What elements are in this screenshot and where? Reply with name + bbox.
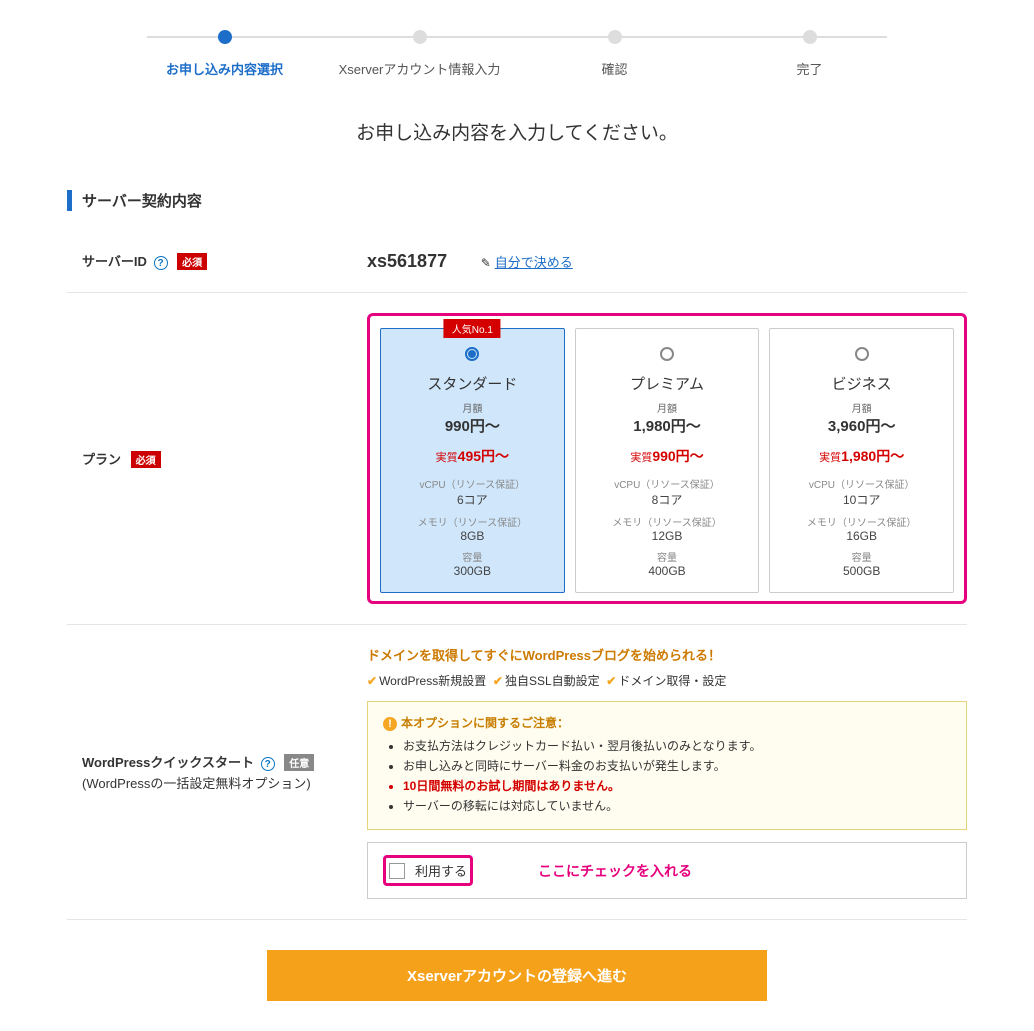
plan-name: スタンダード [389, 373, 556, 394]
step-dot-icon [608, 30, 622, 44]
step-dot-icon [218, 30, 232, 44]
label-plan: プラン 必須 [67, 449, 367, 468]
notice-item: お申し込みと同時にサーバー料金のお支払いが発生します。 [403, 757, 951, 774]
proceed-button[interactable]: Xserverアカウントの登録へ進む [267, 950, 767, 1001]
plan-name: プレミアム [584, 373, 751, 394]
plan-storage: 500GB [778, 564, 945, 578]
warning-icon: ! [383, 717, 397, 731]
popular-badge: 人気No.1 [444, 319, 501, 338]
plan-card-1[interactable]: プレミアム月額1,980円～実質990円～vCPU（リソース保証）8コアメモリ（… [575, 328, 760, 593]
value-server-id: xs561877 ✎自分で決める [367, 251, 967, 272]
step-1: お申し込み内容選択 [127, 30, 322, 78]
plan-monthly-label: 月額 [584, 400, 751, 415]
use-option-box[interactable]: 利用する ここにチェックを入れる [367, 842, 967, 899]
check-icon: ✔ [367, 674, 377, 688]
row-server-id: サーバーID ? 必須 xs561877 ✎自分で決める [67, 231, 967, 293]
required-badge: 必須 [131, 451, 161, 468]
notice-item: サーバーの移転には対応していません。 [403, 797, 951, 814]
plan-monthly-label: 月額 [389, 400, 556, 415]
server-id-value: xs561877 [367, 251, 447, 272]
row-plan: プラン 必須 人気No.1スタンダード月額990円～実質495円～vCPU（リソ… [67, 293, 967, 625]
plan-price: 1,980円～ [584, 415, 751, 436]
plan-price: 3,960円～ [778, 415, 945, 436]
notice-title: !本オプションに関するご注意： [383, 714, 951, 731]
plan-mem: 8GB [389, 529, 556, 543]
section-heading: サーバー契約内容 [67, 190, 967, 211]
annotation-text: ここにチェックを入れる [538, 861, 692, 881]
plan-card-2[interactable]: ビジネス月額3,960円～実質1,980円～vCPU（リソース保証）10コアメモ… [769, 328, 954, 593]
page-title: お申し込み内容を入力してください。 [67, 118, 967, 145]
required-badge: 必須 [177, 253, 207, 270]
pencil-icon: ✎ [481, 256, 491, 270]
plan-name: ビジネス [778, 373, 945, 394]
plan-mem: 12GB [584, 529, 751, 543]
checkbox-highlight-frame: 利用する [383, 855, 473, 886]
plan-card-0[interactable]: 人気No.1スタンダード月額990円～実質495円～vCPU（リソース保証）6コ… [380, 328, 565, 593]
row-quickstart: WordPressクイックスタート ? 任意 (WordPressの一括設定無料… [67, 625, 967, 920]
notice-item: お支払方法はクレジットカード払い・翌月後払いのみとなります。 [403, 737, 951, 754]
step-3: 確認 [517, 30, 712, 78]
promo-features: ✔WordPress新規設置 ✔独自SSL自動設定 ✔ドメイン取得・設定 [367, 672, 967, 689]
help-icon[interactable]: ? [154, 256, 168, 270]
step-dot-icon [413, 30, 427, 44]
plan-actual-price: 実質495円～ [389, 446, 556, 466]
step-dot-icon [803, 30, 817, 44]
plan-cpu: 8コア [584, 491, 751, 508]
use-checkbox[interactable] [389, 863, 405, 879]
promo-headline: ドメインを取得してすぐにWordPressブログを始められる！ [367, 645, 967, 664]
plan-monthly-label: 月額 [778, 400, 945, 415]
plan-actual-price: 実質1,980円～ [778, 446, 945, 466]
notice-box: !本オプションに関するご注意： お支払方法はクレジットカード払い・翌月後払いのみ… [367, 701, 967, 830]
plan-radio[interactable] [660, 347, 674, 361]
plan-price: 990円～ [389, 415, 556, 436]
label-quickstart: WordPressクイックスタート ? 任意 (WordPressの一括設定無料… [67, 752, 367, 792]
plan-mem: 16GB [778, 529, 945, 543]
step-2: Xserverアカウント情報入力 [322, 30, 517, 78]
label-server-id: サーバーID ? 必須 [67, 251, 367, 270]
progress-steps: お申し込み内容選択 Xserverアカウント情報入力 確認 完了 [127, 30, 907, 78]
plan-cpu: 6コア [389, 491, 556, 508]
notice-item: 10日間無料のお試し期間はありません。 [403, 777, 951, 794]
decide-yourself-link[interactable]: ✎自分で決める [481, 255, 573, 270]
help-icon[interactable]: ? [261, 757, 275, 771]
plans-highlight-frame: 人気No.1スタンダード月額990円～実質495円～vCPU（リソース保証）6コ… [367, 313, 967, 604]
plan-cpu: 10コア [778, 491, 945, 508]
plan-radio[interactable] [855, 347, 869, 361]
plan-storage: 400GB [584, 564, 751, 578]
check-icon: ✔ [606, 674, 616, 688]
plan-actual-price: 実質990円～ [584, 446, 751, 466]
plan-storage: 300GB [389, 564, 556, 578]
optional-badge: 任意 [284, 754, 314, 771]
step-4: 完了 [712, 30, 907, 78]
plan-radio[interactable] [465, 347, 479, 361]
use-label: 利用する [415, 861, 467, 880]
check-icon: ✔ [493, 674, 503, 688]
